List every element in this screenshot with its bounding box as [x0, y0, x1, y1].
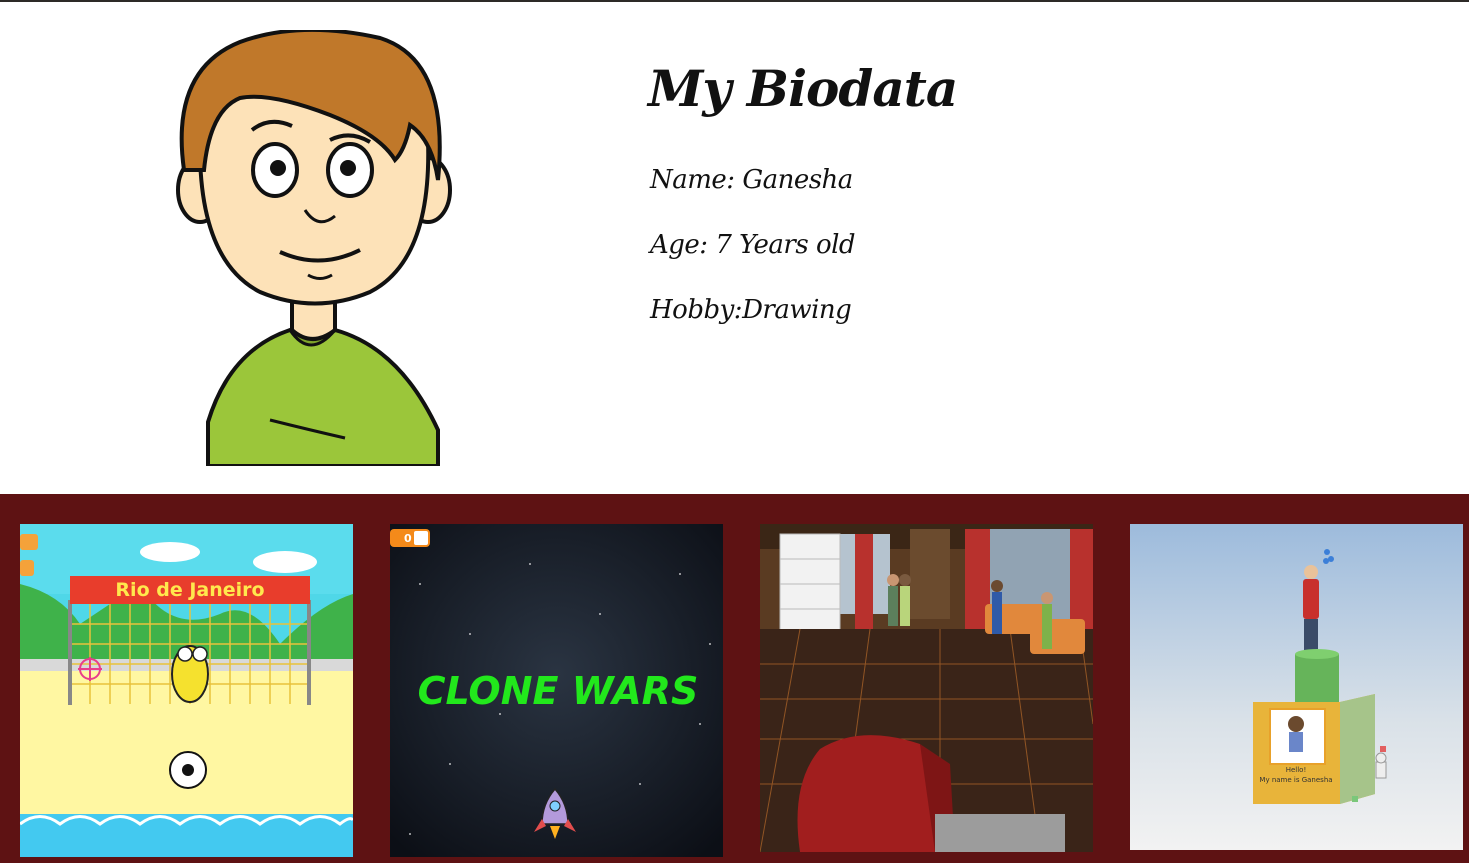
name-line: Name: Ganesha — [650, 165, 853, 195]
room-scene-thumbnail — [760, 524, 1093, 852]
banner-text: Rio de Janeiro — [115, 579, 264, 601]
project-tile-clone-wars[interactable]: 0 CLONE WARS — [390, 524, 723, 857]
page-title: My Biodata — [648, 59, 958, 118]
projects-gallery: Rio de Janeiro 0 CLONE WARS Hello! My na… — [0, 494, 1469, 863]
score-readout: 0 — [404, 532, 412, 545]
soccer-game-thumbnail: Rio de Janeiro — [20, 524, 353, 857]
cartoon-boy-image — [176, 27, 452, 468]
sign-line-2: My name is Ganesha — [1259, 776, 1332, 784]
clone-wars-thumbnail: 0 CLONE WARS — [390, 524, 723, 857]
age-line: Age: 7 Years old — [650, 230, 856, 260]
sign-line-1: Hello! — [1286, 766, 1307, 774]
project-tile-room[interactable] — [760, 524, 1093, 852]
project-tile-tower[interactable]: Hello! My name is Ganesha — [1130, 524, 1463, 850]
avatar — [170, 27, 455, 468]
biodata-panel: My Biodata Name: Ganesha Age: 7 Years ol… — [648, 57, 958, 325]
profile-section: My Biodata Name: Ganesha Age: 7 Years ol… — [0, 2, 1469, 494]
hobby-line: Hobby:Drawing — [650, 295, 852, 325]
project-tile-soccer[interactable]: Rio de Janeiro — [20, 524, 353, 857]
clone-wars-title: CLONE WARS — [418, 669, 699, 713]
tower-scene-thumbnail: Hello! My name is Ganesha — [1130, 524, 1463, 850]
